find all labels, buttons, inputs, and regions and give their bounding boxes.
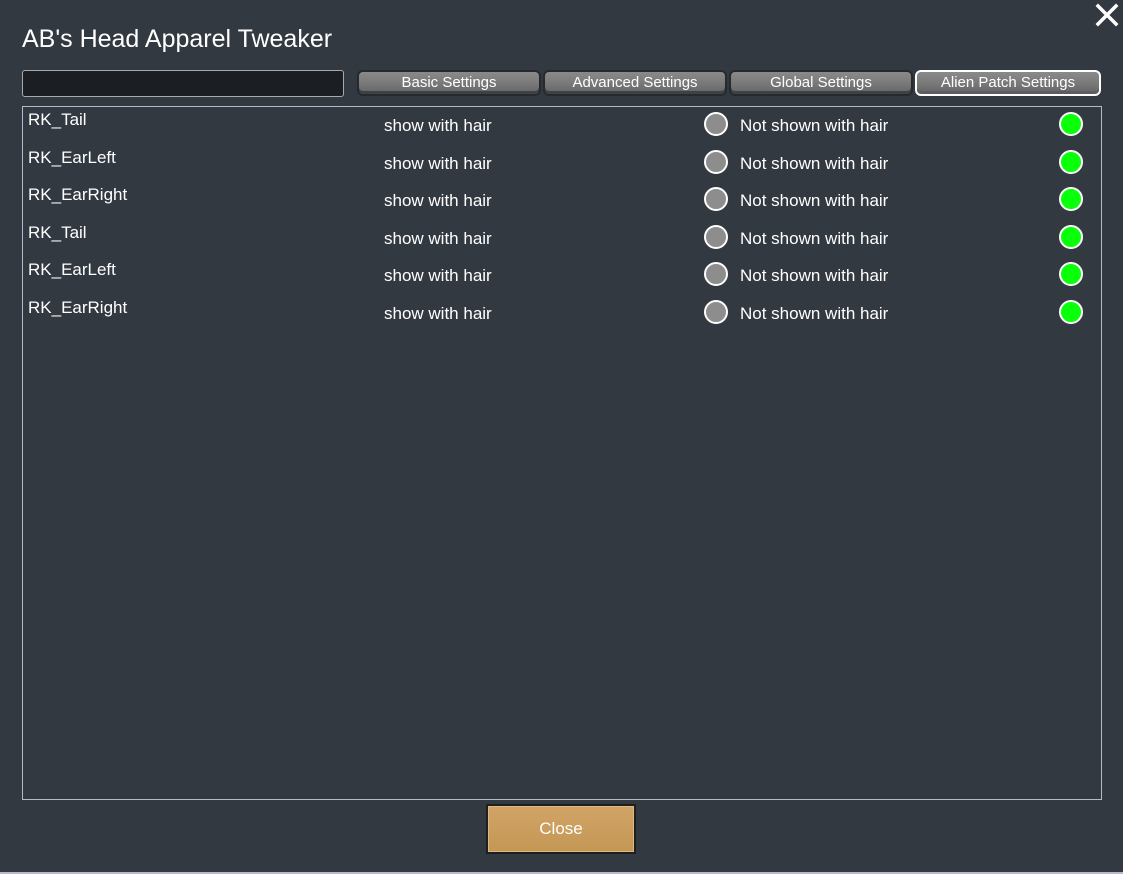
list-item: RK_EarRight show with hair Not shown with … <box>23 296 1101 334</box>
show-with-hair-label[interactable]: show with hair <box>384 191 492 211</box>
show-with-hair-radio[interactable] <box>704 187 728 211</box>
not-shown-with-hair-label[interactable]: Not shown with hair <box>740 304 888 324</box>
list-item: RK_EarLeft show with hair Not shown with h… <box>23 146 1101 184</box>
tab-basic-settings[interactable]: Basic Settings <box>357 70 541 96</box>
item-name: RK_Tail <box>28 110 87 129</box>
list-item: RK_Tail show with hair Not shown with hair <box>23 221 1101 259</box>
item-name: RK_EarLeft <box>28 260 116 279</box>
list-item: RK_EarRight show with hair Not shown with … <box>23 183 1101 221</box>
show-with-hair-label[interactable]: show with hair <box>384 266 492 286</box>
show-with-hair-label[interactable]: show with hair <box>384 304 492 324</box>
close-x-icon-graphic <box>1095 3 1119 27</box>
show-with-hair-radio[interactable] <box>704 149 728 174</box>
close-x-icon[interactable] <box>1094 2 1120 28</box>
list-item: RK_Tail show with hair Not shown with hair <box>23 108 1101 146</box>
tab-advanced-settings[interactable]: Advanced Settings <box>543 70 727 96</box>
not-shown-with-hair-label[interactable]: Not shown with hair <box>740 116 888 136</box>
window-title: AB's Head Apparel Tweaker <box>22 25 333 53</box>
item-name: RK_Tail <box>28 222 87 242</box>
item-name: RK_EarRight <box>28 185 128 204</box>
show-with-hair-radio[interactable] <box>704 299 728 324</box>
apparel-list: RK_Tail show with hair Not shown with hair… <box>22 106 1102 800</box>
show-with-hair-radio[interactable] <box>704 224 728 249</box>
not-shown-with-hair-radio[interactable] <box>1059 187 1083 211</box>
search-input[interactable] <box>22 70 344 97</box>
show-with-hair-radio[interactable] <box>704 112 728 136</box>
not-shown-with-hair-radio[interactable] <box>1059 149 1083 174</box>
item-name: RK_EarLeft <box>28 147 116 167</box>
not-shown-with-hair-label[interactable]: Not shown with hair <box>740 229 888 249</box>
not-shown-with-hair-label[interactable]: Not shown with hair <box>740 154 888 174</box>
not-shown-with-hair-radio[interactable] <box>1059 224 1083 249</box>
not-shown-with-hair-radio[interactable] <box>1059 112 1083 136</box>
show-with-hair-label[interactable]: show with hair <box>384 116 492 136</box>
not-shown-with-hair-radio[interactable] <box>1059 262 1083 286</box>
list-item: RK_EarLeft show with hair Not shown with h… <box>23 258 1101 296</box>
tab-alien-patch-settings[interactable]: Alien Patch Settings <box>915 70 1101 96</box>
not-shown-with-hair-radio[interactable] <box>1059 299 1083 324</box>
not-shown-with-hair-label[interactable]: Not shown with hair <box>740 191 888 211</box>
item-name: RK_EarRight <box>28 297 128 317</box>
show-with-hair-radio[interactable] <box>704 262 728 286</box>
close-button[interactable]: Close <box>486 804 636 854</box>
not-shown-with-hair-label[interactable]: Not shown with hair <box>740 266 888 286</box>
tab-global-settings[interactable]: Global Settings <box>729 70 913 96</box>
show-with-hair-label[interactable]: show with hair <box>384 154 492 174</box>
show-with-hair-label[interactable]: show with hair <box>384 229 492 249</box>
settings-window: AB's Head Apparel Tweaker Basic Settings… <box>0 0 1123 872</box>
